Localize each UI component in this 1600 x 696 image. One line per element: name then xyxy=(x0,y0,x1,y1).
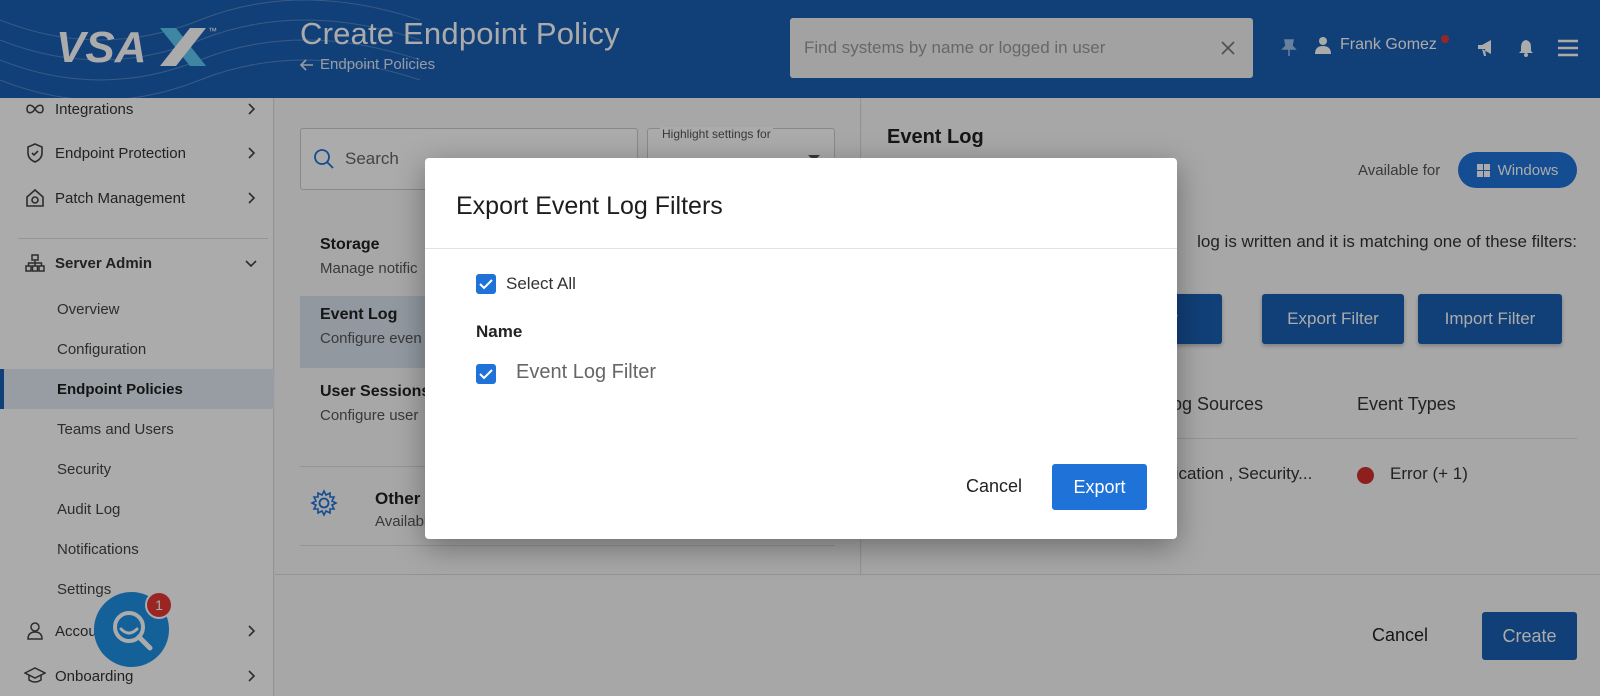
dialog-divider xyxy=(425,248,1177,249)
filter-name[interactable]: Event Log Filter xyxy=(516,361,656,384)
select-all-checkbox[interactable] xyxy=(476,274,496,294)
export-filters-dialog: Export Event Log Filters Select All Name… xyxy=(425,158,1177,539)
select-all-label[interactable]: Select All xyxy=(506,274,576,294)
filter-checkbox[interactable] xyxy=(476,364,496,384)
dialog-export-button[interactable]: Export xyxy=(1052,464,1147,510)
name-column-header: Name xyxy=(476,322,523,341)
dialog-cancel-button[interactable]: Cancel xyxy=(966,476,1022,497)
checkmark-icon xyxy=(479,279,493,290)
checkmark-icon xyxy=(479,369,493,380)
dialog-title: Export Event Log Filters xyxy=(456,192,723,220)
